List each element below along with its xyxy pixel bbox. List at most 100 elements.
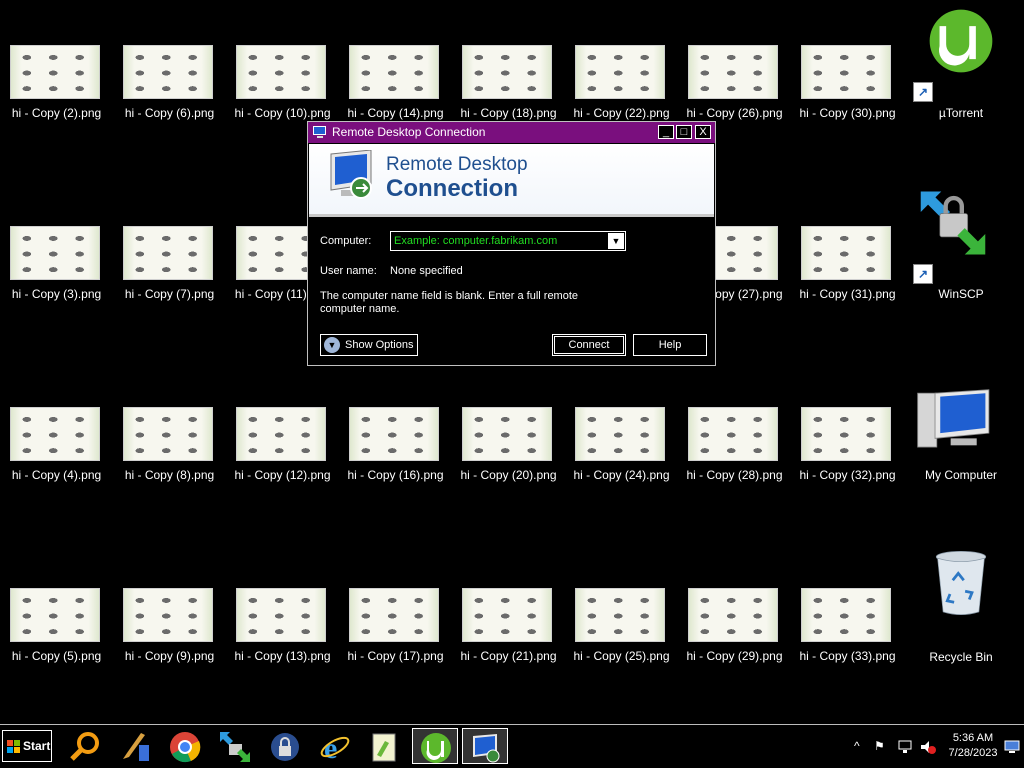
- desktop-icon-file[interactable]: hi - Copy (26).png: [678, 45, 791, 131]
- image-thumbnail: [123, 588, 213, 642]
- desktop-icon-file[interactable]: hi - Copy (13).png: [226, 588, 339, 674]
- remote-desktop-icon: [313, 126, 326, 138]
- desktop-icon-file[interactable]: hi - Copy (33).png: [791, 588, 904, 674]
- desktop-icon-winscp[interactable]: ↗ WinSCP: [913, 190, 1009, 301]
- search-icon: [70, 732, 99, 761]
- taskbar-paint[interactable]: [112, 728, 158, 764]
- tray-chevron-icon[interactable]: ^: [854, 739, 860, 753]
- network-icon[interactable]: [898, 740, 912, 754]
- shortcut-arrow-icon: ↗: [913, 82, 933, 102]
- taskbar-utorrent[interactable]: [412, 728, 458, 764]
- image-thumbnail: [349, 588, 439, 642]
- taskbar-internet-explorer[interactable]: e: [312, 728, 358, 764]
- action-center-flag-icon[interactable]: ⚑: [874, 739, 885, 753]
- close-button[interactable]: X: [695, 125, 711, 139]
- dropdown-arrow-icon[interactable]: ▼: [608, 233, 624, 249]
- image-thumbnail: [10, 45, 100, 99]
- desktop-icon-label: hi - Copy (3).png: [11, 287, 102, 301]
- computer-input[interactable]: Example: computer.fabrikam.com: [394, 235, 557, 247]
- taskbar-chrome[interactable]: [162, 728, 208, 764]
- desktop-icon-label: hi - Copy (16).png: [347, 468, 444, 482]
- maximize-button[interactable]: □: [676, 125, 692, 139]
- desktop-icon-my-computer[interactable]: My Computer: [913, 388, 1009, 482]
- tray-clock[interactable]: 5:36 AM 7/28/2023: [938, 731, 1008, 761]
- taskbar-remote-desktop[interactable]: [462, 728, 508, 764]
- winscp-icon: [220, 732, 250, 762]
- show-desktop-icon[interactable]: [1004, 740, 1020, 754]
- desktop-icon-file[interactable]: hi - Copy (7).png: [113, 226, 226, 312]
- desktop-icon-file[interactable]: hi - Copy (22).png: [565, 45, 678, 131]
- image-thumbnail: [236, 407, 326, 461]
- desktop-icon-file[interactable]: hi - Copy (9).png: [113, 588, 226, 674]
- windows-logo-icon: [7, 740, 20, 753]
- taskbar-winscp[interactable]: [212, 728, 258, 764]
- desktop-icon-file[interactable]: hi - Copy (8).png: [113, 407, 226, 493]
- paint-icon: [123, 733, 149, 761]
- image-thumbnail: [123, 45, 213, 99]
- winscp-icon: [920, 191, 986, 255]
- image-thumbnail: [10, 407, 100, 461]
- connect-button[interactable]: Connect: [552, 334, 626, 356]
- image-thumbnail: [349, 45, 439, 99]
- desktop-icon-file[interactable]: hi - Copy (18).png: [452, 45, 565, 131]
- validation-message: The computer name field is blank. Enter …: [320, 290, 579, 315]
- desktop-icon-file[interactable]: hi - Copy (29).png: [678, 588, 791, 674]
- image-thumbnail: [236, 588, 326, 642]
- desktop-icon-utorrent[interactable]: ↗ µTorrent: [913, 8, 1009, 120]
- image-thumbnail: [801, 407, 891, 461]
- desktop-icon-label: hi - Copy (20).png: [460, 468, 557, 482]
- desktop-icon-file[interactable]: hi - Copy (32).png: [791, 407, 904, 493]
- desktop-icon-file[interactable]: hi - Copy (31).png: [791, 226, 904, 312]
- computer-icon: [917, 389, 990, 448]
- taskbar-search[interactable]: [62, 728, 108, 764]
- desktop-icon-file[interactable]: hi - Copy (4).png: [0, 407, 113, 493]
- desktop-icon-label: hi - Copy (4).png: [11, 468, 102, 482]
- help-button[interactable]: Help: [633, 334, 707, 356]
- desktop-icon-file[interactable]: hi - Copy (25).png: [565, 588, 678, 674]
- volume-muted-icon[interactable]: [920, 740, 936, 754]
- desktop-icon-label: hi - Copy (17).png: [347, 649, 444, 663]
- desktop-icon-label: hi - Copy (12).png: [234, 468, 331, 482]
- desktop-icon-file[interactable]: hi - Copy (6).png: [113, 45, 226, 131]
- desktop-icon-file[interactable]: hi - Copy (2).png: [0, 45, 113, 131]
- desktop-icon-file[interactable]: hi - Copy (12).png: [226, 407, 339, 493]
- desktop-icon-file[interactable]: hi - Copy (24).png: [565, 407, 678, 493]
- desktop-icon-file[interactable]: hi - Copy (16).png: [339, 407, 452, 493]
- desktop-icon-file[interactable]: hi - Copy (3).png: [0, 226, 113, 312]
- image-thumbnail: [123, 226, 213, 280]
- desktop-icon-label: hi - Copy (5).png: [11, 649, 102, 663]
- banner-title-line2: Connection: [386, 175, 518, 202]
- desktop-icon-file[interactable]: hi - Copy (28).png: [678, 407, 791, 493]
- utorrent-icon: [421, 733, 451, 763]
- image-thumbnail: [10, 226, 100, 280]
- desktop-icon-file[interactable]: hi - Copy (10).png: [226, 45, 339, 131]
- remote-desktop-dialog[interactable]: Remote Desktop Connection _ □ X Remote D…: [307, 121, 716, 366]
- computer-combobox[interactable]: Example: computer.fabrikam.com ▼: [390, 231, 626, 251]
- desktop-icon-recycle-bin[interactable]: Recycle Bin: [913, 550, 1009, 664]
- desktop-icon-file[interactable]: hi - Copy (17).png: [339, 588, 452, 674]
- recycle-bin-icon: [935, 551, 987, 615]
- desktop-icon-label: hi - Copy (33).png: [799, 649, 896, 663]
- desktop-icon-label: µTorrent: [938, 106, 984, 120]
- start-button[interactable]: Start: [2, 730, 52, 762]
- taskbar-keepass[interactable]: [262, 728, 308, 764]
- desktop-icon-file[interactable]: hi - Copy (30).png: [791, 45, 904, 131]
- clock-time: 5:36 AM: [952, 732, 994, 744]
- minimize-button[interactable]: _: [658, 125, 674, 139]
- image-thumbnail: [575, 45, 665, 99]
- desktop-icon-label: hi - Copy (14).png: [347, 106, 444, 120]
- desktop-icon-file[interactable]: hi - Copy (21).png: [452, 588, 565, 674]
- desktop-icon-label: hi - Copy (6).png: [124, 106, 215, 120]
- image-thumbnail: [236, 45, 326, 99]
- desktop-icon-file[interactable]: hi - Copy (20).png: [452, 407, 565, 493]
- desktop-icon-file[interactable]: hi - Copy (5).png: [0, 588, 113, 674]
- taskbar-notepadpp[interactable]: [362, 728, 408, 764]
- image-thumbnail: [462, 588, 552, 642]
- image-thumbnail: [801, 45, 891, 99]
- computer-label: Computer:: [320, 235, 372, 247]
- desktop-icon-file[interactable]: hi - Copy (14).png: [339, 45, 452, 131]
- show-options-button[interactable]: ▼ Show Options: [320, 334, 418, 356]
- chrome-icon: [170, 732, 201, 763]
- desktop-icon-label: hi - Copy (30).png: [799, 106, 896, 120]
- dialog-titlebar[interactable]: Remote Desktop Connection _ □ X: [308, 122, 715, 143]
